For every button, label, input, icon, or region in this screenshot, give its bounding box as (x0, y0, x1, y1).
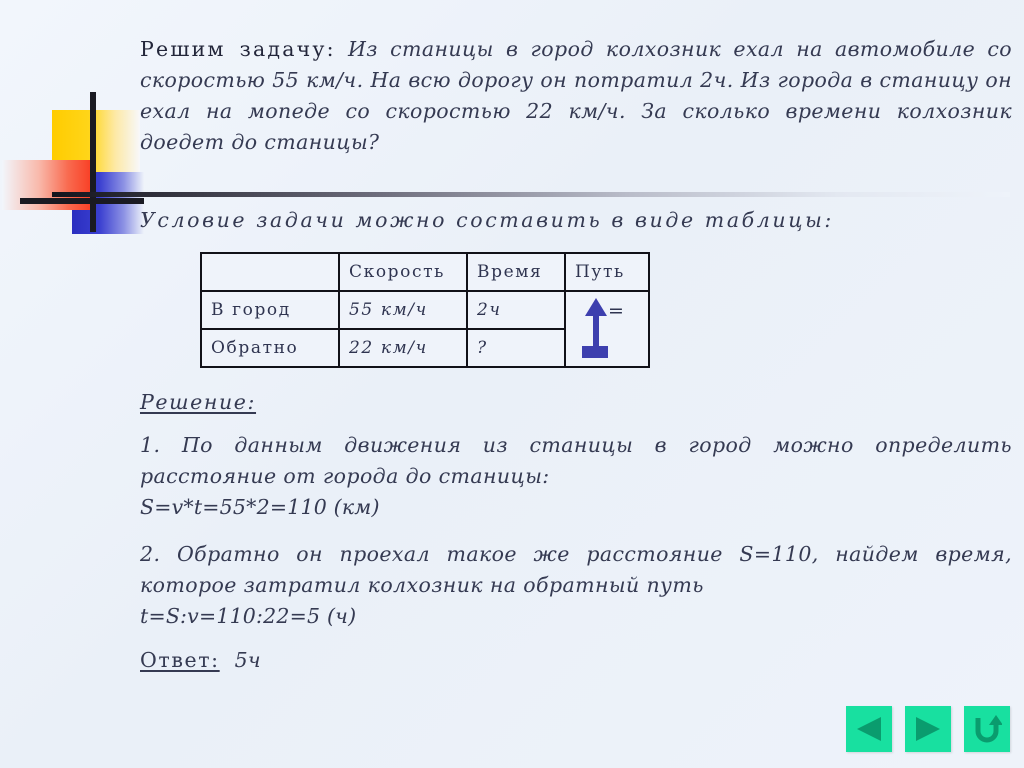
cell-time-back: ? (466, 328, 566, 368)
cell-speed-back: 22 км/ч (338, 328, 468, 368)
triangle-right-icon (916, 717, 940, 741)
answer-value: 5ч (234, 648, 261, 672)
section-divider (52, 192, 1010, 197)
path-cell-inner: = (566, 292, 648, 366)
solution-step-2: 2. Обратно он проехал такое же расстояни… (140, 539, 1012, 632)
previous-slide-button[interactable] (846, 706, 892, 752)
solution-step-2-text: 2. Обратно он проехал такое же расстояни… (140, 542, 1012, 597)
cell-path-marker: = (564, 290, 650, 368)
triangle-left-icon (857, 717, 881, 741)
vertical-bar-icon (90, 92, 96, 232)
return-button[interactable] (964, 706, 1010, 752)
row-label-to-city: В город (200, 290, 340, 330)
solution-step-2-formula: t=S:v=110:22=5 (ч) (140, 604, 357, 628)
row-label-back: Обратно (200, 328, 340, 368)
table-header-path: Путь (564, 252, 650, 292)
u-turn-arrow-icon (975, 715, 1002, 743)
decorative-logo (2, 92, 144, 234)
problem-statement: Решим задачу: Из станицы в город колхозн… (140, 34, 1012, 158)
yellow-square-icon (52, 110, 140, 172)
table-header-blank (200, 252, 340, 292)
solution-step-1: 1. По данным движения из станицы в город… (140, 430, 1012, 523)
solution-step-1-formula: S=v*t=55*2=110 (км) (140, 495, 380, 519)
blue-square-icon (72, 172, 144, 234)
table-header-speed: Скорость (338, 252, 468, 292)
table-header-row: Скорость Время Путь (200, 252, 650, 292)
next-slide-button[interactable] (905, 706, 951, 752)
navigation-buttons (846, 706, 1010, 752)
table-row: В город 55 км/ч 2ч = (200, 290, 650, 368)
table-header-time: Время (466, 252, 566, 292)
cell-speed-to-city: 55 км/ч (338, 290, 468, 330)
solution-heading-label: Решение: (140, 390, 257, 414)
condition-table-wrapper: Скорость Время Путь В город 55 км/ч 2ч =… (200, 252, 650, 368)
solution-step-1-text: 1. По данным движения из станицы в город… (140, 433, 1012, 488)
horizontal-bar-icon (20, 198, 144, 204)
problem-statement-label: Решим задачу: (140, 37, 336, 61)
solution-heading: Решение: (140, 387, 1012, 418)
cell-time-to-city: 2ч (466, 290, 566, 330)
table-intro-label: Условие задачи можно составить в виде та… (140, 208, 834, 232)
condition-table: Скорость Время Путь В город 55 км/ч 2ч =… (200, 252, 650, 368)
red-square-icon (2, 160, 94, 210)
answer-label: Ответ: (140, 648, 220, 672)
equals-sign-label: = (608, 300, 626, 322)
answer-line: Ответ: 5ч (140, 645, 1012, 676)
table-intro-text: Условие задачи можно составить в виде та… (140, 205, 1012, 236)
presentation-slide: Решим задачу: Из станицы в город колхозн… (0, 0, 1024, 768)
